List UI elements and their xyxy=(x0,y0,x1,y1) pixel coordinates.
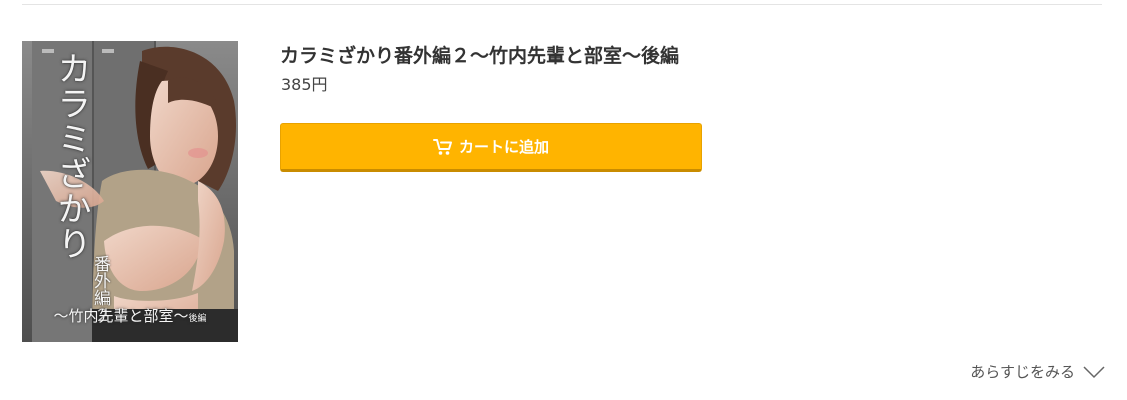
chevron-down-icon xyxy=(1083,365,1105,379)
cover-image[interactable]: カラミざかり 番外編２ ～竹内先輩と部室～後編 xyxy=(22,41,238,342)
top-divider xyxy=(22,4,1102,5)
synopsis-toggle[interactable]: あらすじをみる xyxy=(970,361,1105,382)
cover-title-text: カラミざかり xyxy=(51,51,91,261)
cover-episode-text: ～竹内先輩と部室～後編 xyxy=(22,305,238,326)
product-price: 385円 xyxy=(281,75,328,94)
cart-icon xyxy=(432,138,453,156)
cover-episode-suffix: 後編 xyxy=(188,314,207,324)
synopsis-label: あらすじをみる xyxy=(970,363,1075,381)
cover-episode-main: ～竹内先輩と部室～ xyxy=(53,307,189,325)
product-title[interactable]: カラミざかり番外編２～竹内先輩と部室～後編 xyxy=(280,42,679,70)
add-to-cart-label: カートに追加 xyxy=(458,138,549,156)
add-to-cart-button[interactable]: カートに追加 xyxy=(280,123,702,172)
